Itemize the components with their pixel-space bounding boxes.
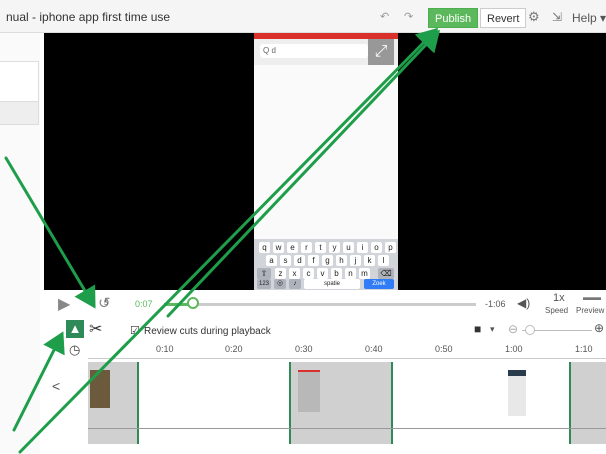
phone-keyboard: q w e r t y u i o p a s d f g h j k l ⇧ … [254,239,398,290]
key: v [317,268,328,279]
key: m [359,268,370,279]
help-menu[interactable]: Help ▾ [572,11,606,25]
clip-thumbnail [90,370,110,408]
ruler-tick: 1:00 [505,344,523,354]
space-key: spatie [304,279,360,289]
camera-icon[interactable]: ■ [474,322,481,336]
undo-icon[interactable]: ↶ [380,10,389,23]
preview-icon[interactable]: ▬▬ [583,292,601,302]
key: t [315,242,326,253]
window-title: nual - iphone app first time use [6,10,171,24]
phone-content [254,65,398,239]
review-cuts-label: Review cuts during playback [144,326,271,337]
remaining-time: -1:06 [485,299,506,309]
key: r [301,242,312,253]
cut-marker[interactable] [391,362,393,444]
publish-button[interactable]: Publish [428,8,479,28]
key: b [331,268,342,279]
cut-marker[interactable] [289,362,291,444]
fullscreen-icon[interactable]: ⤢ [368,39,394,65]
speed-value[interactable]: 1x [553,292,565,304]
cut-marker[interactable] [137,362,139,444]
microphone-icon: ♪ [289,279,301,289]
phone-screen: Q d ⤢ q w e r t y u i o p a s d f g h j … [254,33,398,290]
shift-icon: ⇧ [257,268,271,279]
key: k [364,255,375,266]
scissors-icon[interactable]: ✂ [89,319,102,339]
key: q [259,242,270,253]
rewind-seconds: 5 [104,300,108,307]
seek-bar[interactable] [164,303,476,306]
key: c [303,268,314,279]
ruler-tick: 0:10 [156,344,174,354]
redo-icon[interactable]: ↷ [404,10,413,23]
play-icon[interactable]: ▶ [58,294,70,314]
key: n [345,268,356,279]
zoom-slider-handle[interactable] [525,325,535,335]
speed-label: Speed [545,306,569,315]
key: u [343,242,354,253]
chevron-down-icon: ▾ [600,11,606,25]
phone-search-field: Q d [260,44,368,58]
left-panel-block [0,61,39,103]
key: d [294,255,305,266]
ruler-tick: 1:10 [575,344,593,354]
globe-icon: ◎ [274,279,286,289]
key: g [322,255,333,266]
track-divider [88,428,606,429]
cut-marker[interactable] [569,362,571,444]
review-cuts-checkbox[interactable]: ☑ [130,324,140,337]
key: w [273,242,284,253]
key: i [357,242,368,253]
current-time: 0:07 [135,299,153,309]
key: z [275,268,286,279]
seek-handle[interactable] [187,297,199,309]
ruler-tick: 0:30 [295,344,313,354]
zoom-out-icon[interactable]: ⊖ [508,322,518,336]
key-123: 123 [257,279,271,289]
key: y [329,242,340,253]
key: j [350,255,361,266]
key: l [378,255,389,266]
key: x [289,268,300,279]
key: s [280,255,291,266]
zoom-in-icon[interactable]: ⊕ [594,321,604,335]
key: p [385,242,396,253]
key: o [371,242,382,253]
left-panel [0,33,40,454]
ruler-tick: 0:20 [225,344,243,354]
key: a [266,255,277,266]
chevron-down-icon[interactable]: ▾ [490,324,495,335]
clip-thumbnail [298,370,320,412]
export-icon[interactable]: ⇲ [552,10,562,24]
timeline-clip[interactable] [570,362,606,444]
left-panel-block [0,101,39,125]
gear-icon[interactable]: ⚙ [528,9,540,25]
backspace-icon: ⌫ [378,268,394,279]
timeline-scroll-left[interactable]: < [52,378,60,394]
volume-icon[interactable]: ◀) [517,296,530,310]
clock-icon: ◷ [69,342,81,357]
preview-label: Preview [576,306,605,315]
revert-button[interactable]: Revert [480,8,527,28]
search-key: Zoek [364,279,394,289]
ruler-tick: 0:40 [365,344,383,354]
key: h [336,255,347,266]
clip-thumbnail [508,370,526,416]
key: e [287,242,298,253]
help-label: Help [572,11,597,25]
key: f [308,255,319,266]
select-tool-icon[interactable]: ▲ [66,320,84,338]
ruler-tick: 0:50 [435,344,453,354]
title-bar: nual - iphone app first time use ↶ ↷ Pub… [0,0,606,33]
